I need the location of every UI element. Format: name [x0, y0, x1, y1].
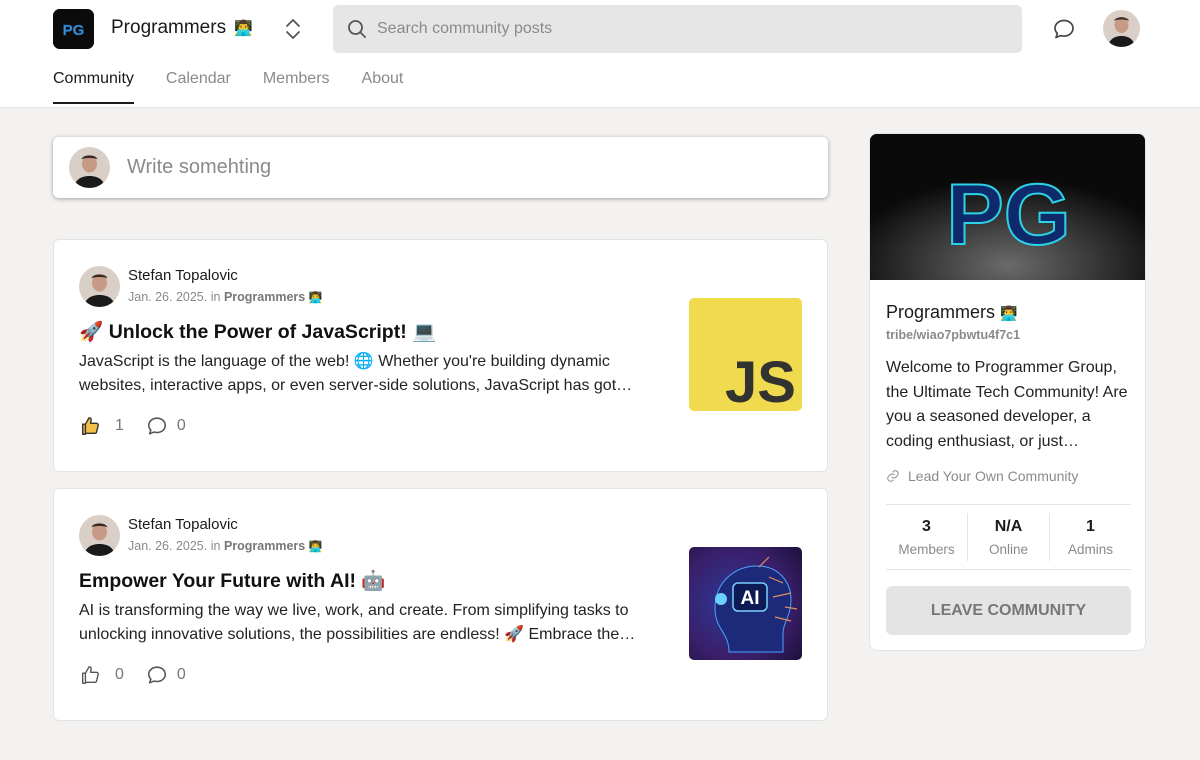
technologist-emoji: 👨‍💻 — [234, 20, 253, 37]
link-icon — [887, 470, 899, 482]
community-title: Programmers 👨‍💻 — [886, 302, 1017, 323]
lead-community-link[interactable]: Lead Your Own Community — [886, 468, 1078, 484]
svg-text:JS: JS — [725, 350, 796, 411]
stat-value: 3 — [922, 518, 931, 535]
composer-placeholder[interactable]: Write somehting — [127, 156, 271, 179]
community-banner: PG — [870, 134, 1145, 280]
community-switcher-icon[interactable] — [284, 17, 302, 41]
stat-online: N/A Online — [968, 513, 1050, 561]
top-bar: PG Programmers 👨‍💻 Community Cal — [0, 0, 1200, 108]
post-excerpt: AI is transforming the way we live, work… — [79, 602, 636, 643]
comment-count: 0 — [176, 666, 186, 683]
post-title[interactable]: Empower Your Future with AI! 🤖 — [79, 569, 386, 593]
community-name[interactable]: Programmers 👨‍💻 — [111, 17, 253, 39]
community-description: Welcome to Programmer Group, the Ultimat… — [886, 359, 1128, 450]
search-input[interactable] — [377, 20, 977, 38]
like-count: 0 — [115, 666, 124, 683]
post-reactions: 1 0 — [79, 415, 186, 437]
like-icon[interactable] — [79, 415, 101, 437]
community-tabs: Community Calendar Members About — [53, 70, 435, 104]
tab-calendar[interactable]: Calendar — [166, 70, 231, 102]
svg-text:PG: PG — [946, 167, 1070, 263]
post-group-emoji: 👨‍💻 — [308, 292, 323, 304]
post-thumbnail[interactable]: AI — [689, 547, 802, 660]
like-count: 1 — [115, 417, 124, 434]
post-meta: Jan. 26. 2025. in Programmers 👨‍💻 — [128, 290, 322, 304]
community-stats: 3 Members N/A Online 1 Admins — [886, 504, 1131, 570]
stat-value: 1 — [1086, 518, 1095, 535]
svg-text:PG: PG — [63, 22, 85, 39]
stat-admins[interactable]: 1 Admins — [1050, 513, 1131, 561]
post-in: in — [210, 539, 221, 553]
stat-value: N/A — [994, 518, 1023, 535]
post-meta: Jan. 26. 2025. in Programmers 👨‍💻 — [128, 539, 322, 553]
tab-members[interactable]: Members — [263, 70, 330, 102]
chat-icon[interactable] — [1052, 17, 1076, 41]
community-info-card: PG Programmers 👨‍💻 tribe/wiao7pbwtu4f7c1… — [869, 133, 1146, 651]
post-group[interactable]: Programmers — [224, 290, 305, 304]
post-author[interactable]: Stefan Topalovic — [128, 267, 238, 284]
post-group-emoji: 👨‍💻 — [308, 541, 323, 553]
post-date: Jan. 26. 2025. — [128, 290, 208, 304]
author-avatar[interactable] — [79, 515, 120, 556]
post-thumbnail[interactable]: JS — [689, 298, 802, 411]
tab-community[interactable]: Community — [53, 70, 134, 104]
stat-label: Admins — [1067, 542, 1113, 557]
leave-community-button[interactable]: LEAVE COMMUNITY — [886, 586, 1131, 635]
post-group[interactable]: Programmers — [224, 539, 305, 553]
post-date: Jan. 26. 2025. — [128, 539, 208, 553]
comment-icon[interactable] — [146, 415, 168, 437]
post-card[interactable]: Stefan Topalovic Jan. 26. 2025. in Progr… — [53, 488, 828, 721]
post-author[interactable]: Stefan Topalovic — [128, 516, 238, 533]
search-icon — [348, 20, 366, 38]
post-excerpt: JavaScript is the language of the web! 🌐… — [79, 353, 633, 394]
like-icon[interactable] — [79, 664, 101, 686]
community-title-label: Programmers — [886, 302, 996, 322]
community-name-label: Programmers — [111, 17, 227, 38]
composer-avatar — [69, 147, 110, 188]
svg-text:AI: AI — [741, 588, 760, 609]
community-title-emoji: 👨‍💻 — [1000, 305, 1018, 321]
post-card[interactable]: Stefan Topalovic Jan. 26. 2025. in Progr… — [53, 239, 828, 472]
stat-label: Members — [898, 542, 955, 557]
comment-icon[interactable] — [146, 664, 168, 686]
lead-community-label: Lead Your Own Community — [908, 468, 1079, 484]
tab-about[interactable]: About — [362, 70, 404, 102]
user-avatar[interactable] — [1103, 10, 1140, 47]
post-reactions: 0 0 — [79, 664, 186, 686]
post-in: in — [210, 290, 221, 304]
community-slug: tribe/wiao7pbwtu4f7c1 — [886, 328, 1021, 342]
search-bar[interactable] — [333, 5, 1022, 53]
stat-label: Online — [988, 542, 1029, 557]
author-avatar[interactable] — [79, 266, 120, 307]
post-composer[interactable]: Write somehting — [53, 137, 828, 198]
stat-members[interactable]: 3 Members — [886, 513, 968, 561]
community-logo[interactable]: PG — [53, 9, 94, 49]
comment-count: 0 — [176, 417, 186, 434]
post-title[interactable]: 🚀 Unlock the Power of JavaScript! 💻 — [79, 320, 436, 344]
